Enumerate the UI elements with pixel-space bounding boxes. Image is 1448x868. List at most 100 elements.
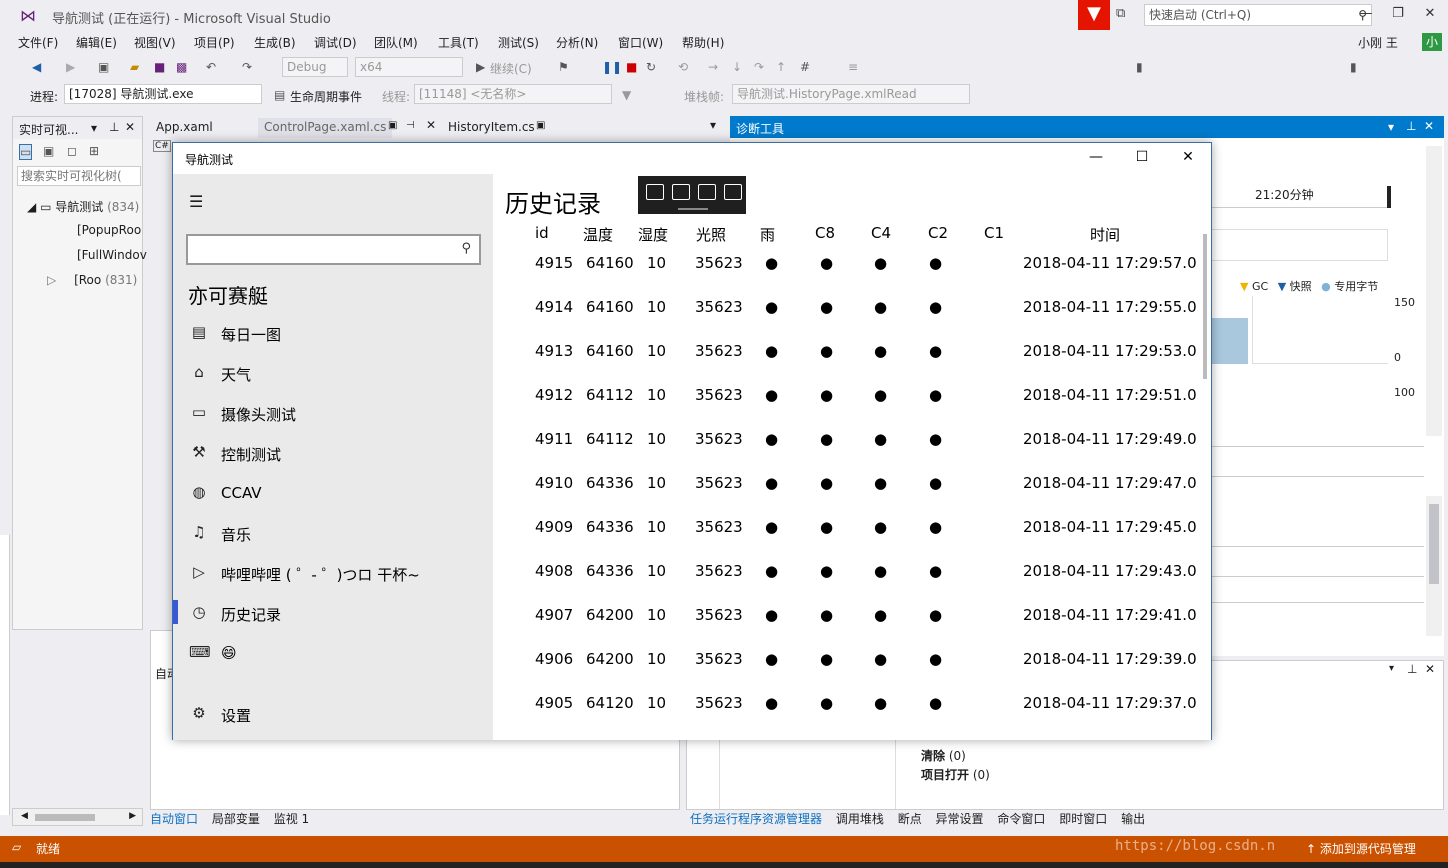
- live-tree-search-input[interactable]: 搜索实时可视化树(: [17, 166, 141, 186]
- forward-icon[interactable]: ▶: [66, 60, 75, 74]
- bookmark-icon[interactable]: ▮: [1136, 60, 1143, 74]
- feedback-icon[interactable]: ⧉: [1116, 6, 1136, 24]
- save-all-icon[interactable]: ▩: [176, 60, 187, 74]
- menu-test[interactable]: 测试(S): [498, 34, 539, 51]
- add-to-source-control-button[interactable]: ↑ 添加到源代码管理: [1306, 840, 1416, 857]
- track-focus-icon[interactable]: [724, 184, 742, 200]
- nav-item-emoji[interactable]: ⌨ 😄: [173, 634, 493, 674]
- tab-task-runner[interactable]: 任务运行程序资源管理器: [690, 810, 822, 827]
- process-select[interactable]: [17028] 导航测试.exe: [64, 84, 262, 104]
- menu-view[interactable]: 视图(V): [134, 34, 176, 51]
- tab-locals[interactable]: 局部变量: [212, 810, 260, 827]
- timeline-cursor[interactable]: [1387, 186, 1391, 208]
- table-row[interactable]: 4909 64336 10 35623 ● ● ● ● 2018-04-11 17:29:45.…: [493, 518, 1211, 562]
- undo-icon[interactable]: ↶: [206, 60, 216, 74]
- table-row[interactable]: 4911 64112 10 35623 ● ● ● ● 2018-04-11 17:29:49.…: [493, 430, 1211, 474]
- tab-call-stack[interactable]: 调用堆栈: [836, 810, 884, 827]
- collapse-icon[interactable]: ◢: [27, 200, 36, 214]
- platform-select[interactable]: x64: [355, 57, 463, 77]
- tab-exception-settings[interactable]: 异常设置: [936, 810, 984, 827]
- select-element-icon[interactable]: ▭: [19, 144, 33, 160]
- stack-frame-select[interactable]: 导航测试.HistoryPage.xmlRead: [732, 84, 970, 104]
- pin-icon[interactable]: ⊣: [406, 120, 415, 131]
- close-tab-icon[interactable]: ✕: [426, 118, 436, 132]
- nav-item-settings[interactable]: ⚙ 设置: [173, 695, 493, 735]
- quick-launch-input[interactable]: 快速启动 (Ctrl+Q) ⚲: [1144, 4, 1372, 26]
- dropdown-icon[interactable]: ▾: [1388, 120, 1394, 134]
- table-row[interactable]: 4906 64200 10 35623 ● ● ● ● 2018-04-11 17:29:39.…: [493, 650, 1211, 694]
- menu-tools[interactable]: 工具(T): [438, 34, 479, 51]
- select-element-icon[interactable]: [672, 184, 690, 200]
- table-row[interactable]: 4912 64112 10 35623 ● ● ● ● 2018-04-11 17:29:51.…: [493, 386, 1211, 430]
- table-row[interactable]: 4908 64336 10 35623 ● ● ● ● 2018-04-11 17:29:43.…: [493, 562, 1211, 606]
- hot-reload-icon[interactable]: ⟲: [678, 60, 688, 74]
- avatar[interactable]: 小: [1422, 33, 1442, 51]
- new-project-icon[interactable]: ▣: [98, 60, 109, 74]
- table-row[interactable]: 4915 64160 10 35623 ● ● ● ● 2018-04-11 17:29:57.…: [493, 254, 1211, 298]
- tab-output[interactable]: 输出: [1121, 810, 1145, 827]
- close-panel-icon[interactable]: ✕: [1425, 662, 1435, 676]
- menu-file[interactable]: 文件(F): [18, 34, 58, 51]
- tab-historyitem-cs[interactable]: HistoryItem.cs: [442, 118, 541, 138]
- tree-node[interactable]: [FullWindov: [77, 248, 147, 262]
- thread-filter-icon[interactable]: ▼: [622, 88, 631, 102]
- save-icon[interactable]: ■: [154, 60, 165, 74]
- diag-scrollbar-bottom[interactable]: [1426, 496, 1442, 636]
- nav-item-ccav[interactable]: ◍ CCAV: [173, 474, 493, 514]
- bookmark-next-icon[interactable]: ▮: [1350, 60, 1357, 74]
- display-adorners-icon[interactable]: ▣: [43, 144, 54, 158]
- table-row[interactable]: 4913 64160 10 35623 ● ● ● ● 2018-04-11 17:29:53.…: [493, 342, 1211, 386]
- step-into-icon[interactable]: ↓: [732, 60, 742, 74]
- nav-item-daily-image[interactable]: ▤ 每日一图: [173, 314, 493, 354]
- nav-item-camera-test[interactable]: ▭ 摄像头测试: [173, 394, 493, 434]
- tab-command-window[interactable]: 命令窗口: [997, 810, 1045, 827]
- tree-node[interactable]: ◢ ▭ 导航测试 (834): [27, 198, 139, 215]
- open-folder-icon[interactable]: ▰: [130, 60, 139, 74]
- close-button[interactable]: ✕: [1416, 4, 1444, 24]
- menu-team[interactable]: 团队(M): [374, 34, 418, 51]
- menu-help[interactable]: 帮助(H): [682, 34, 724, 51]
- threads-icon[interactable]: ≡: [848, 60, 858, 74]
- redo-icon[interactable]: ↷: [242, 60, 252, 74]
- notification-filter-icon[interactable]: ▼: [1078, 0, 1110, 30]
- back-icon[interactable]: ◀: [32, 60, 41, 74]
- close-panel-icon[interactable]: ✕: [125, 120, 135, 134]
- scroll-right-icon[interactable]: ▶: [129, 811, 136, 821]
- toolbar-grip[interactable]: [678, 208, 708, 210]
- hamburger-menu-icon[interactable]: ☰: [189, 192, 203, 211]
- tab-watch[interactable]: 监视 1: [274, 810, 309, 827]
- page-scrollbar[interactable]: [1203, 234, 1207, 379]
- dropdown-icon[interactable]: ▾: [91, 121, 97, 135]
- pin-icon[interactable]: ⊥: [109, 120, 119, 134]
- tab-app-xaml[interactable]: App.xaml: [150, 118, 219, 138]
- tree-node[interactable]: ▷ [Roo (831): [47, 273, 137, 287]
- search-icon[interactable]: ⚲: [461, 241, 471, 256]
- continue-button[interactable]: 继续(C): [490, 60, 532, 77]
- tab-controlpage-xaml-cs[interactable]: ControlPage.xaml.cs: [258, 118, 393, 138]
- restore-button[interactable]: ❐: [1384, 4, 1412, 24]
- table-row[interactable]: 4907 64200 10 35623 ● ● ● ● 2018-04-11 17:29:41.…: [493, 606, 1211, 650]
- solution-config-select[interactable]: Debug: [282, 57, 348, 77]
- menu-project[interactable]: 项目(P): [194, 34, 235, 51]
- menu-edit[interactable]: 编辑(E): [76, 34, 117, 51]
- pause-icon[interactable]: ❚❚: [602, 60, 622, 74]
- nav-item-control-test[interactable]: ⚒ 控制测试: [173, 434, 493, 474]
- minimize-button[interactable]: —: [1352, 4, 1380, 24]
- app-minimize-button[interactable]: —: [1081, 149, 1111, 165]
- expand-icon[interactable]: ▷: [47, 273, 56, 287]
- thread-select[interactable]: [11148] <无名称>: [414, 84, 612, 104]
- lifecycle-events-button[interactable]: 生命周期事件: [290, 88, 362, 105]
- menu-debug[interactable]: 调试(D): [314, 34, 357, 51]
- show-next-statement-icon[interactable]: →: [708, 60, 718, 74]
- horizontal-scrollbar[interactable]: ◀ ▶: [12, 808, 143, 826]
- table-row[interactable]: 4905 64120 10 35623 ● ● ● ● 2018-04-11 17:29:37.…: [493, 694, 1211, 738]
- show-layout-icon[interactable]: ⊞: [89, 144, 99, 158]
- tab-list-icon[interactable]: ▾: [710, 118, 716, 132]
- app-maximize-button[interactable]: ☐: [1127, 149, 1157, 165]
- table-row[interactable]: 4910 64336 10 35623 ● ● ● ● 2018-04-11 17:29:47.…: [493, 474, 1211, 518]
- app-close-button[interactable]: ✕: [1173, 149, 1203, 165]
- menu-analyze[interactable]: 分析(N): [556, 34, 598, 51]
- menu-window[interactable]: 窗口(W): [618, 34, 663, 51]
- scroll-thumb[interactable]: [35, 814, 95, 821]
- scroll-left-icon[interactable]: ◀: [21, 811, 28, 821]
